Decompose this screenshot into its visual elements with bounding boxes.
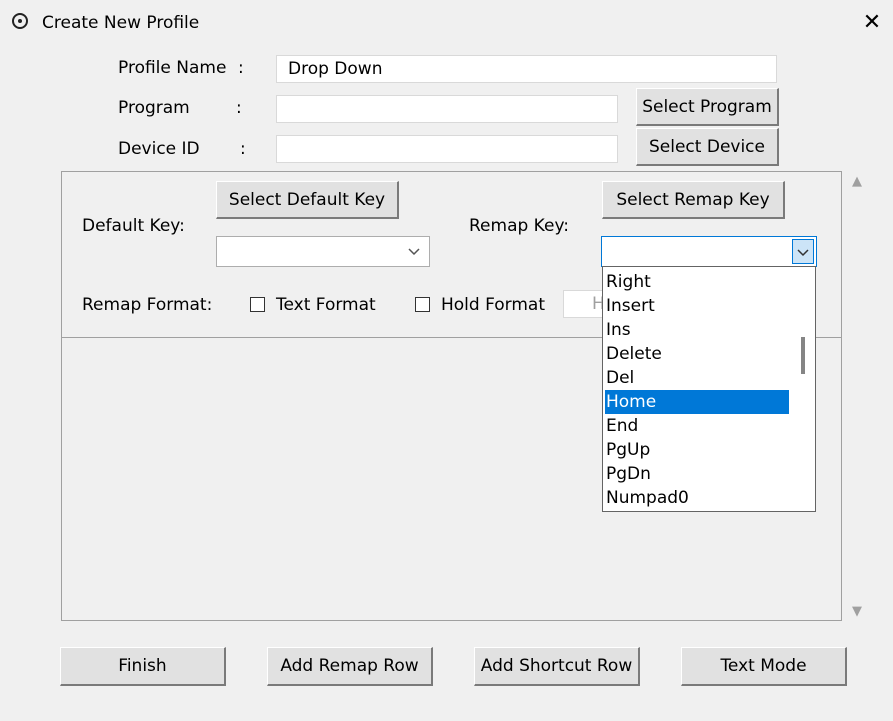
app-icon	[12, 13, 28, 29]
program-label: Program	[118, 98, 190, 118]
add-remap-row-button[interactable]: Add Remap Row	[267, 647, 433, 686]
profile-name-input[interactable]: Drop Down	[276, 55, 777, 83]
list-item[interactable]: Right	[605, 270, 789, 294]
hold-format-checkbox[interactable]	[415, 297, 430, 312]
list-item[interactable]: Ins	[605, 318, 789, 342]
text-format-checkbox[interactable]	[250, 297, 265, 312]
text-format-label: Text Format	[276, 295, 376, 315]
chevron-down-icon[interactable]	[405, 242, 423, 260]
text-mode-button[interactable]: Text Mode	[681, 647, 847, 686]
list-item[interactable]: PgDn	[605, 462, 789, 486]
remap-key-dropdown-list[interactable]: Right Insert Ins Delete Del Home End PgU…	[602, 266, 816, 512]
scroll-down-icon[interactable]: ▼	[852, 604, 862, 619]
chevron-down-icon	[797, 249, 809, 257]
list-item-selected[interactable]: Home	[605, 390, 789, 414]
finish-button[interactable]: Finish	[60, 647, 226, 686]
select-device-button[interactable]: Select Device	[636, 128, 779, 166]
remap-key-combobox[interactable]	[601, 236, 817, 267]
close-button[interactable]: ✕	[856, 8, 888, 38]
hold-duration-input[interactable]: H	[563, 290, 603, 318]
select-program-button[interactable]: Select Program	[636, 88, 779, 126]
scroll-up-icon[interactable]: ▲	[852, 174, 862, 189]
add-shortcut-row-button[interactable]: Add Shortcut Row	[474, 647, 640, 686]
default-key-label: Default Key:	[82, 216, 185, 236]
program-colon: :	[236, 98, 242, 118]
device-id-colon: :	[240, 139, 246, 159]
select-default-key-button[interactable]: Select Default Key	[216, 181, 399, 219]
list-item[interactable]: Numpad0	[605, 486, 789, 510]
remap-key-dropdown-button[interactable]	[792, 239, 814, 264]
dropdown-scrollbar-thumb[interactable]	[801, 337, 805, 374]
list-item[interactable]: Delete	[605, 342, 789, 366]
profile-name-colon: :	[238, 58, 244, 78]
list-item[interactable]: Del	[605, 366, 789, 390]
list-item[interactable]: End	[605, 414, 789, 438]
window-title: Create New Profile	[42, 13, 200, 33]
device-id-label: Device ID	[118, 139, 200, 159]
device-id-input[interactable]	[276, 135, 618, 163]
remap-format-label: Remap Format:	[82, 295, 213, 315]
select-remap-key-button[interactable]: Select Remap Key	[602, 181, 785, 219]
list-item[interactable]: PgUp	[605, 438, 789, 462]
remap-key-label: Remap Key:	[469, 216, 569, 236]
hold-format-label: Hold Format	[441, 295, 546, 315]
default-key-combobox[interactable]	[216, 236, 430, 267]
program-input[interactable]	[276, 95, 618, 123]
profile-name-label: Profile Name	[118, 58, 227, 78]
title-bar: Create New Profile ✕	[0, 0, 893, 47]
list-item[interactable]: Insert	[605, 294, 789, 318]
